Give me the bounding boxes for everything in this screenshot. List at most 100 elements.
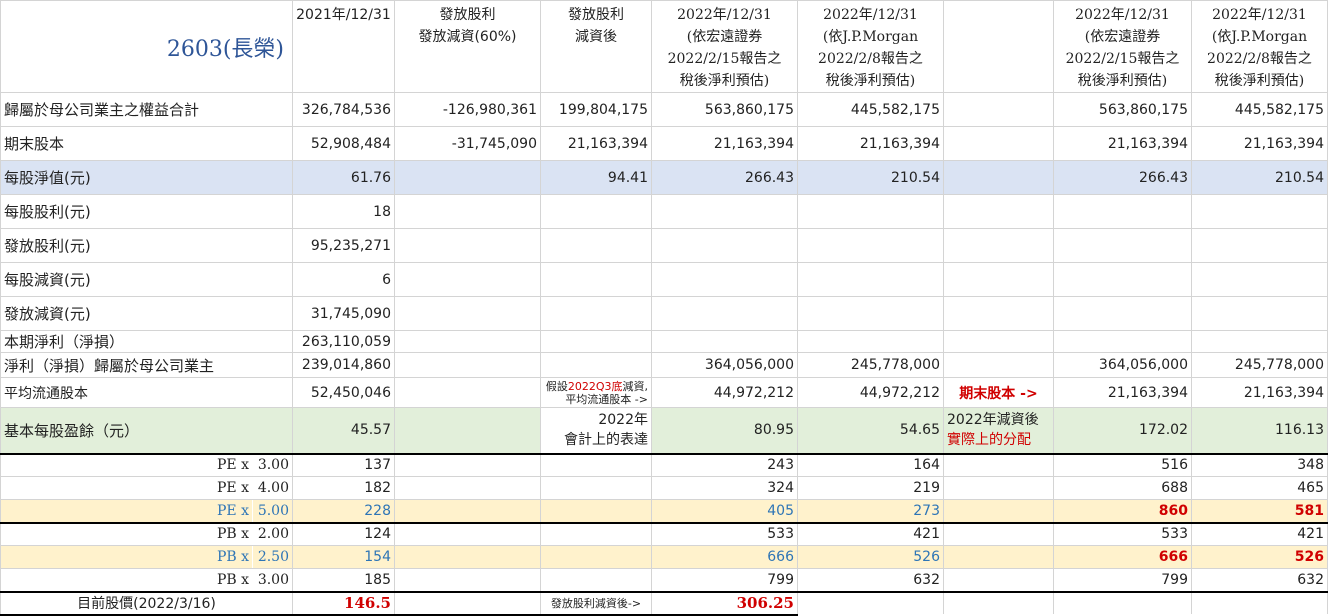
cell-value[interactable] <box>1053 194 1192 229</box>
cell-value[interactable] <box>394 330 541 353</box>
cell-value[interactable]: 405 <box>651 499 798 523</box>
cell-value[interactable]: 421 <box>797 521 944 546</box>
row-label[interactable]: 發放股利(元) <box>0 228 293 263</box>
empty-cell[interactable] <box>540 476 652 500</box>
current-price[interactable]: 146.5 <box>292 590 395 616</box>
cell-value[interactable]: 154 <box>292 545 395 569</box>
cell-value[interactable] <box>394 296 541 331</box>
cell-value[interactable]: 95,235,271 <box>292 228 395 263</box>
cell-value[interactable]: 348 <box>1191 452 1328 477</box>
cell-value[interactable] <box>797 194 944 229</box>
cell-value[interactable]: 210.54 <box>797 160 944 195</box>
cell-value[interactable]: 199,804,175 <box>540 92 652 127</box>
row-label[interactable]: 平均流通股本 <box>0 377 293 408</box>
assumption-note[interactable]: 假設2022Q3底減資, 平均流通股本 -> <box>540 377 652 408</box>
cell-value[interactable]: 666 <box>651 545 798 569</box>
row-label[interactable]: 歸屬於母公司業主之權益合計 <box>0 92 293 127</box>
empty-cell[interactable] <box>540 452 652 477</box>
column-header-hdr-after[interactable]: 發放股利 減資後 <box>540 0 652 93</box>
cell-value[interactable]: 239,014,860 <box>292 352 395 378</box>
empty-cell[interactable] <box>394 377 541 408</box>
cell-value[interactable] <box>943 194 1054 229</box>
after-note[interactable]: 2022年減資後 實際上的分配 <box>943 407 1054 454</box>
cell-value[interactable]: 688 <box>1053 476 1192 500</box>
multiple-value[interactable]: 2.00 <box>252 521 293 546</box>
empty-cell[interactable] <box>943 499 1054 523</box>
empty-cell[interactable] <box>943 452 1054 477</box>
row-label[interactable]: 基本每股盈餘（元） <box>0 407 293 454</box>
cell-value[interactable]: 21,163,394 <box>651 126 798 161</box>
multiple-label[interactable]: PE x <box>0 499 253 523</box>
empty-cell[interactable] <box>540 545 652 569</box>
cell-value[interactable]: 45.57 <box>292 407 395 454</box>
row-label[interactable]: 期末股本 <box>0 126 293 161</box>
cell-value[interactable]: 172.02 <box>1053 407 1192 454</box>
end-capital-label[interactable]: 期末股本 -> <box>943 377 1054 408</box>
empty-cell[interactable] <box>797 590 944 615</box>
cell-value[interactable] <box>651 330 798 353</box>
cell-value[interactable] <box>540 330 652 353</box>
cell-value[interactable] <box>797 228 944 263</box>
cell-value[interactable]: -31,745,090 <box>394 126 541 161</box>
after-price[interactable]: 306.25 <box>651 590 798 616</box>
cell-value[interactable] <box>797 330 944 353</box>
cell-value[interactable]: 182 <box>292 476 395 500</box>
cell-value[interactable]: 185 <box>292 568 395 592</box>
cell-value[interactable] <box>1053 296 1192 331</box>
empty-cell[interactable] <box>394 545 541 569</box>
cell-value[interactable]: 526 <box>797 545 944 569</box>
cell-value[interactable] <box>1191 228 1328 263</box>
multiple-value[interactable]: 4.00 <box>252 476 293 500</box>
multiple-label[interactable]: PB x <box>0 521 253 546</box>
cell-value[interactable]: 526 <box>1191 545 1328 569</box>
empty-cell[interactable] <box>943 568 1054 592</box>
empty-cell[interactable] <box>394 452 541 477</box>
cell-value[interactable]: 245,778,000 <box>1191 352 1328 378</box>
cell-value[interactable]: 116.13 <box>1191 407 1328 454</box>
empty-cell[interactable] <box>394 590 541 616</box>
cell-value[interactable]: 266.43 <box>1053 160 1192 195</box>
cell-value[interactable]: 263,110,059 <box>292 330 395 353</box>
cell-value[interactable]: 164 <box>797 452 944 477</box>
cell-value[interactable]: 18 <box>292 194 395 229</box>
empty-cell[interactable] <box>1053 590 1192 615</box>
cell-value[interactable]: 54.65 <box>797 407 944 454</box>
multiple-value[interactable]: 3.00 <box>252 452 293 477</box>
cell-value[interactable] <box>1191 296 1328 331</box>
cell-value[interactable]: 124 <box>292 521 395 546</box>
cell-value[interactable]: 137 <box>292 452 395 477</box>
cell-value[interactable] <box>394 160 541 195</box>
cell-value[interactable]: 228 <box>292 499 395 523</box>
cell-value[interactable]: 563,860,175 <box>651 92 798 127</box>
cell-value[interactable]: 632 <box>1191 568 1328 592</box>
cell-value[interactable]: 94.41 <box>540 160 652 195</box>
cell-value[interactable]: 21,163,394 <box>1053 126 1192 161</box>
multiple-value[interactable]: 5.00 <box>252 499 293 523</box>
cell-value[interactable]: 21,163,394 <box>797 126 944 161</box>
cell-value[interactable]: 421 <box>1191 521 1328 546</box>
cell-value[interactable] <box>943 228 1054 263</box>
empty-cell[interactable] <box>394 407 541 454</box>
cell-value[interactable]: 860 <box>1053 499 1192 523</box>
cell-value[interactable] <box>651 262 798 297</box>
column-header-hdr-jpm[interactable]: 2022年/12/31 (依J.P.Morgan 2022/2/8報告之 稅後淨利預估… <box>797 0 944 93</box>
cell-value[interactable]: 799 <box>1053 568 1192 592</box>
row-label[interactable]: 每股股利(元) <box>0 194 293 229</box>
cell-value[interactable]: 516 <box>1053 452 1192 477</box>
cell-value[interactable]: 273 <box>797 499 944 523</box>
cell-value[interactable]: 465 <box>1191 476 1328 500</box>
empty-cell[interactable] <box>394 521 541 546</box>
price-label[interactable]: 目前股價(2022/3/16) <box>0 590 293 616</box>
cell-value[interactable]: 364,056,000 <box>1053 352 1192 378</box>
cell-value[interactable]: 61.76 <box>292 160 395 195</box>
cell-value[interactable] <box>394 194 541 229</box>
column-header-hdr-dividend[interactable]: 發放股利 發放減資(60%) <box>394 0 541 93</box>
column-header-hdr-hy-2[interactable]: 2022年/12/31 (依宏遠證券 2022/2/15報告之 稅後淨利預估) <box>1053 0 1192 93</box>
multiple-label[interactable]: PB x <box>0 545 253 569</box>
cell-value[interactable] <box>797 262 944 297</box>
cell-value[interactable]: 44,972,212 <box>797 377 944 408</box>
cell-value[interactable] <box>943 296 1054 331</box>
multiple-label[interactable]: PE x <box>0 476 253 500</box>
cell-value[interactable] <box>1191 262 1328 297</box>
cell-value[interactable]: 632 <box>797 568 944 592</box>
